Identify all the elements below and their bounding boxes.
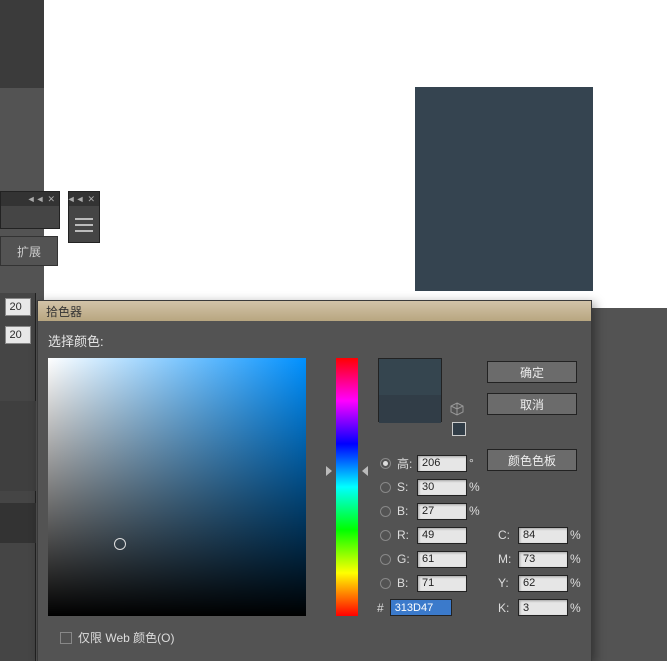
k-input[interactable]: 3 [518,599,568,616]
panel-tab[interactable]: ◄◄ ✕ [0,191,60,229]
swatches-button[interactable]: 颜色色板 [487,449,577,471]
g-label: G: [397,552,417,566]
m-input[interactable]: 73 [518,551,568,568]
close-icon[interactable]: ✕ [47,194,55,205]
mini-panel[interactable]: ◄◄ ✕ [68,191,100,243]
k-label: K: [498,601,518,615]
bch-radio[interactable] [380,578,391,589]
r-radio[interactable] [380,530,391,541]
hue-slider[interactable] [336,358,358,616]
s-label: S: [397,480,417,494]
s-unit: % [469,480,480,494]
h-unit: ° [469,456,474,470]
b-label: B: [397,504,417,518]
color-preview [378,358,442,422]
side-input-b[interactable]: 20 [5,326,31,344]
side-panel-section [0,401,36,491]
canvas[interactable] [44,0,667,308]
menu-icon[interactable] [75,218,93,232]
hue-indicator[interactable] [326,466,368,476]
current-color[interactable] [379,395,441,423]
b-unit: % [469,504,480,518]
collapse-icon[interactable]: ◄◄ [67,194,85,204]
h-input[interactable]: 206 [417,455,467,472]
h-label: 高: [397,455,417,472]
side-input-a[interactable]: 20 [5,298,31,316]
saturation-brightness-field[interactable] [48,358,306,616]
cube-icon[interactable] [450,402,464,416]
r-input[interactable]: 49 [417,527,467,544]
g-input[interactable]: 61 [417,551,467,568]
b-input[interactable]: 27 [417,503,467,520]
ok-button[interactable]: 确定 [487,361,577,383]
g-radio[interactable] [380,554,391,565]
bri-radio[interactable] [380,506,391,517]
cancel-button[interactable]: 取消 [487,393,577,415]
new-color [379,359,441,395]
hue-radio[interactable] [380,458,391,469]
sat-radio[interactable] [380,482,391,493]
hex-label: # [377,601,384,615]
s-input[interactable]: 30 [417,479,467,496]
extensions-tab[interactable]: 扩展 [0,236,58,266]
close-icon[interactable]: ✕ [87,194,95,205]
color-cursor[interactable] [114,538,126,550]
c-input[interactable]: 84 [518,527,568,544]
c-label: C: [498,528,518,542]
nearest-swatch[interactable] [452,422,466,436]
y-label: Y: [498,576,518,590]
dialog-title[interactable]: 拾色器 [38,301,591,321]
web-only-label: 仅限 Web 颜色(O) [78,629,174,646]
collapse-icon[interactable]: ◄◄ [27,194,45,204]
shape-rectangle[interactable] [415,87,593,291]
bch-label: B: [397,576,417,590]
hex-input[interactable]: 313D47 [390,599,452,616]
y-input[interactable]: 62 [518,575,568,592]
color-picker-dialog: 拾色器 选择颜色: [37,300,592,661]
left-dock [0,0,44,88]
web-only-checkbox[interactable] [60,632,72,644]
side-panel-section [0,503,36,543]
m-label: M: [498,552,518,566]
select-color-label: 选择颜色: [48,331,581,350]
bch-input[interactable]: 71 [417,575,467,592]
r-label: R: [397,528,417,542]
